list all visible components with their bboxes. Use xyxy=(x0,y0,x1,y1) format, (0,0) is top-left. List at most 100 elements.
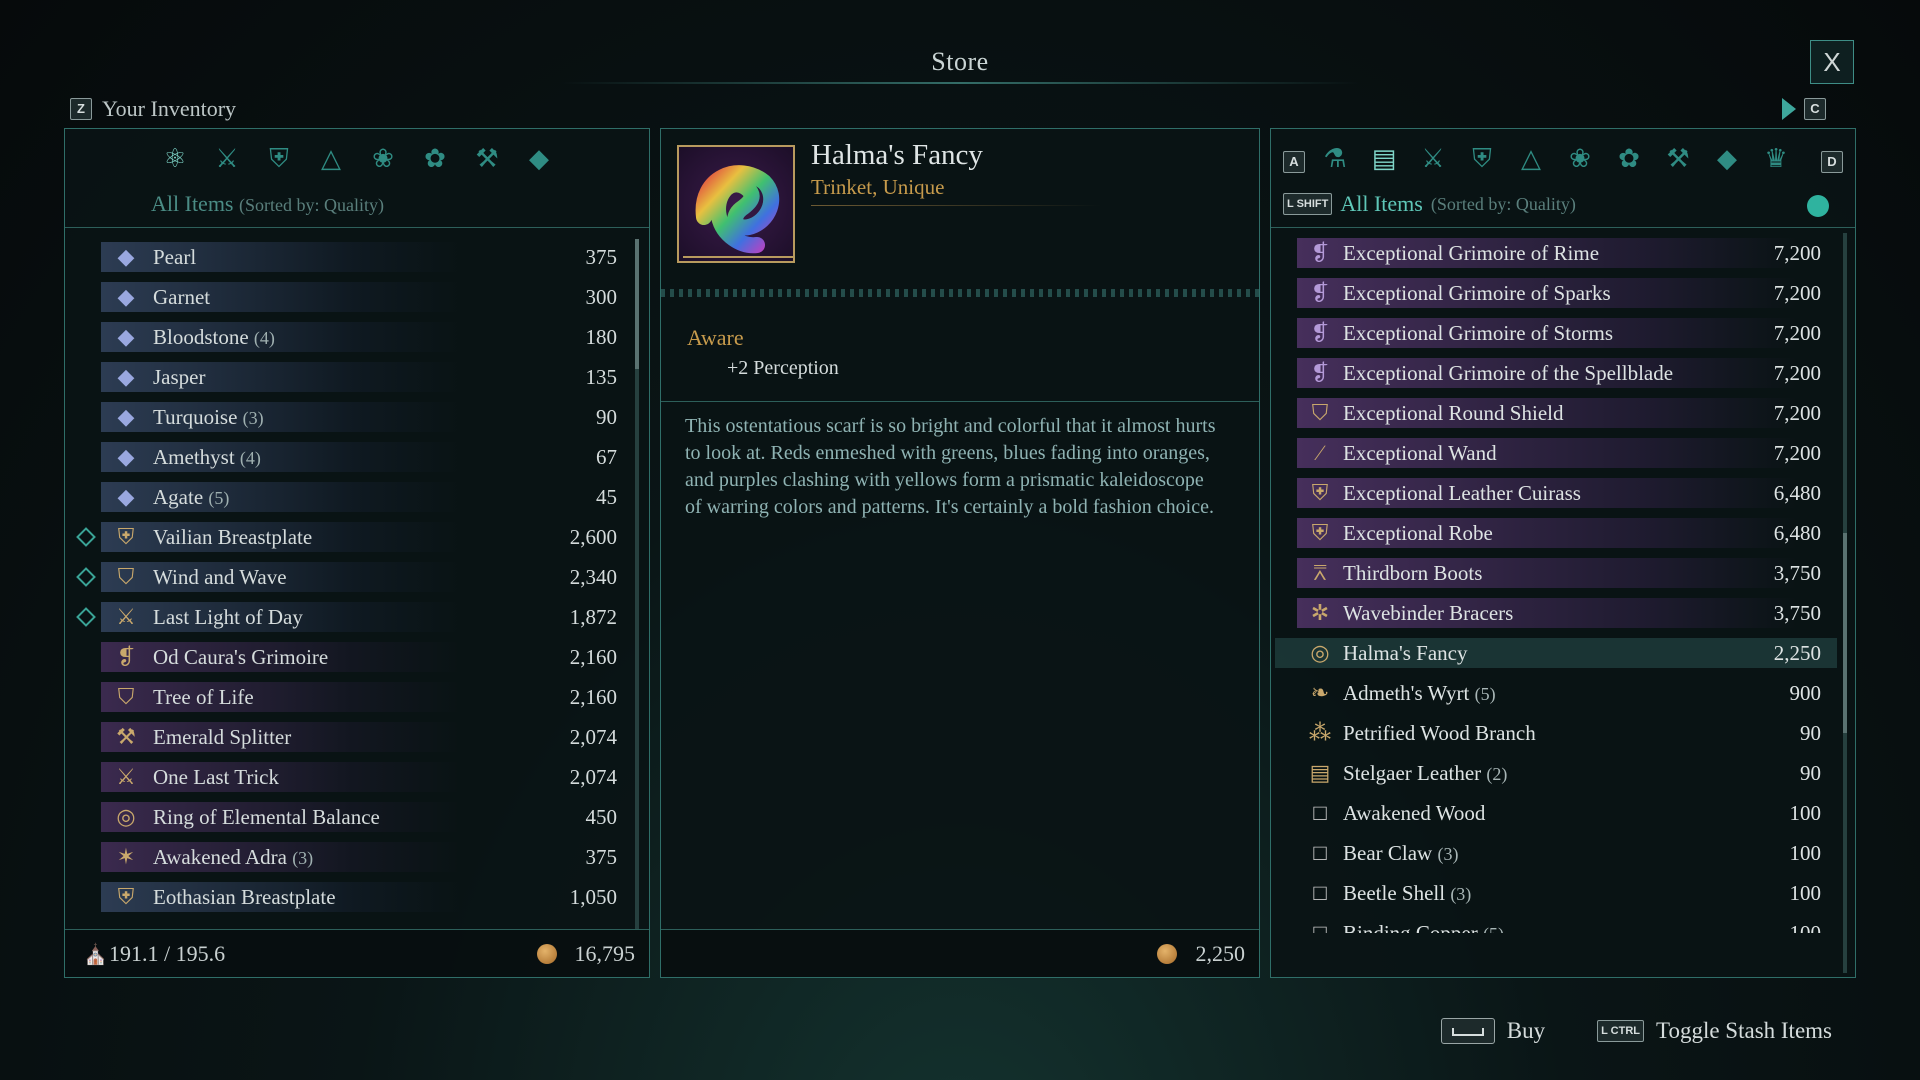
store-item-row[interactable]: ❡ Exceptional Grimoire of Storms 7,200 xyxy=(1271,313,1841,353)
store-item-row[interactable]: ⛉ Exceptional Round Shield 7,200 xyxy=(1271,393,1841,433)
inventory-item-row[interactable]: ⛉ Tree of Life 2,160 xyxy=(71,677,631,717)
store-filter-name: All Items xyxy=(1340,191,1423,216)
gem-icon: ◆ xyxy=(117,404,135,429)
store-item-row[interactable]: ❡ Exceptional Grimoire of Rime 7,200 xyxy=(1271,233,1841,273)
store-item-row[interactable]: ⁂ Petrified Wood Branch 90 xyxy=(1271,713,1841,753)
item-name: Awakened Adra (3) xyxy=(153,844,314,869)
inventory-item-row[interactable]: ❡ Od Caura's Grimoire 2,160 xyxy=(71,637,631,677)
inventory-item-row[interactable]: ◆ Agate (5) 45 xyxy=(71,477,631,517)
store-item-row[interactable]: ▤ Stelgaer Leather (2) 90 xyxy=(1271,753,1841,793)
gem-icon: ◆ xyxy=(117,244,135,269)
herb-icon[interactable]: ✿ xyxy=(417,141,453,177)
flower-icon[interactable]: ❀ xyxy=(365,141,401,177)
item-price: 2,340 xyxy=(569,564,617,589)
grimoire-icon: ❡ xyxy=(116,644,136,669)
weapon-icon[interactable]: ⚔ xyxy=(1415,141,1451,177)
store-next-category[interactable]: D xyxy=(1821,151,1843,173)
store-item-row[interactable]: □ Awakened Wood 100 xyxy=(1271,793,1841,833)
anvil-icon[interactable]: ⚒ xyxy=(469,141,505,177)
inventory-list: ◆ Pearl 375 ◆ Garnet 300 ◆ Bloodstone (4) 180 ◆… xyxy=(71,237,631,917)
store-item-row[interactable]: ⩞ Thirdborn Boots 3,750 xyxy=(1271,553,1841,593)
store-item-row[interactable]: ❧ Admeth's Wyrt (5) 900 xyxy=(1271,673,1841,713)
inventory-item-row[interactable]: ⛨ Eothasian Breastplate 1,050 xyxy=(71,877,631,917)
item-price: 2,600 xyxy=(569,524,617,549)
store-item-row[interactable]: □ Beetle Shell (3) 100 xyxy=(1271,873,1841,913)
store-item-row[interactable]: □ Bear Claw (3) 100 xyxy=(1271,833,1841,873)
item-price: 7,200 xyxy=(1773,280,1821,305)
store-item-row[interactable]: □ Binding Copper (5) 100 xyxy=(1271,913,1841,933)
gem-icon[interactable]: ◆ xyxy=(1709,141,1745,177)
flower-icon[interactable]: ❀ xyxy=(1562,141,1598,177)
close-button[interactable]: X xyxy=(1810,40,1854,84)
gem-icon: ◆ xyxy=(117,484,135,509)
item-portrait xyxy=(677,145,795,263)
store-item-row[interactable]: ⛨ Exceptional Leather Cuirass 6,480 xyxy=(1271,473,1841,513)
gem-icon[interactable]: ◆ xyxy=(521,141,557,177)
inventory-item-row[interactable]: ⚒ Emerald Splitter 2,074 xyxy=(71,717,631,757)
prev-key-hint: A xyxy=(1283,151,1305,173)
inventory-item-row[interactable]: ◆ Turquoise (3) 90 xyxy=(71,397,631,437)
item-name: Wind and Wave xyxy=(153,564,287,589)
armor-icon[interactable]: ⛨ xyxy=(261,141,297,177)
store-item-row[interactable]: ✲ Wavebinder Bracers 3,750 xyxy=(1271,593,1841,633)
item-price: 7,200 xyxy=(1773,400,1821,425)
store-item-list: ❡ Exceptional Grimoire of Rime 7,200 ❡ Exce… xyxy=(1271,233,1841,933)
crown-icon[interactable]: ♛ xyxy=(1758,141,1794,177)
store-scroll-thumb[interactable] xyxy=(1843,533,1847,733)
item-price: 45 xyxy=(596,484,617,509)
store-item-row[interactable]: ◎ Halma's Fancy 2,250 xyxy=(1271,633,1841,673)
toggle-stash-action[interactable]: Toggle Stash Items xyxy=(1656,1018,1832,1044)
boots-icon[interactable]: △ xyxy=(313,141,349,177)
store-filter-icon[interactable] xyxy=(1807,195,1829,217)
item-name: Exceptional Leather Cuirass xyxy=(1343,480,1581,505)
inventory-item-row[interactable]: ⚔ Last Light of Day 1,872 xyxy=(71,597,631,637)
store-filter-label[interactable]: L SHIFT All Items (Sorted by: Quality) xyxy=(1283,191,1576,217)
herb-icon[interactable]: ✿ xyxy=(1611,141,1647,177)
anvil-icon[interactable]: ⚒ xyxy=(1660,141,1696,177)
armor-icon[interactable]: ⛨ xyxy=(1464,141,1500,177)
inventory-item-row[interactable]: ◆ Amethyst (4) 67 xyxy=(71,437,631,477)
stash-header: C xyxy=(1782,98,1826,120)
inventory-item-row[interactable]: ◎ Ring of Elemental Balance 450 xyxy=(71,797,631,837)
boots-icon[interactable]: △ xyxy=(1513,141,1549,177)
inventory-item-row[interactable]: ✶ Awakened Adra (3) 375 xyxy=(71,837,631,877)
inventory-item-row[interactable]: ⛨ Vailian Breastplate 2,600 xyxy=(71,517,631,557)
store-item-row[interactable]: ❡ Exceptional Grimoire of the Spellblade … xyxy=(1271,353,1841,393)
item-price: 2,160 xyxy=(569,684,617,709)
item-name: One Last Trick xyxy=(153,764,279,789)
store-item-row[interactable]: ❡ Exceptional Grimoire of Sparks 7,200 xyxy=(1271,273,1841,313)
inventory-item-row[interactable]: ◆ Pearl 375 xyxy=(71,237,631,277)
item-price: 135 xyxy=(585,364,618,389)
store-scrollbar[interactable] xyxy=(1843,233,1847,973)
inventory-item-row[interactable]: ◆ Garnet 300 xyxy=(71,277,631,317)
potion-icon[interactable]: ⚗ xyxy=(1317,141,1353,177)
inventory-scrollbar[interactable] xyxy=(635,239,639,929)
item-name: Vailian Breastplate xyxy=(153,524,313,549)
inventory-item-row[interactable]: ⚔ One Last Trick 2,074 xyxy=(71,757,631,797)
shield-icon: ⛉ xyxy=(117,684,135,709)
enchant-marker-icon xyxy=(76,567,96,587)
store-item-row[interactable]: ∕ Exceptional Wand 7,200 xyxy=(1271,433,1841,473)
item-description: This ostentatious scarf is so bright and… xyxy=(685,415,1216,518)
item-name: Binding Copper (5) xyxy=(1343,920,1504,934)
inventory-item-row[interactable]: ◆ Jasper 135 xyxy=(71,357,631,397)
inventory-item-row[interactable]: ⛉ Wind and Wave 2,340 xyxy=(71,557,631,597)
weapon-icon[interactable]: ⚔ xyxy=(209,141,245,177)
chest-icon[interactable]: ▤ xyxy=(1366,141,1402,177)
shield-icon: ⛉ xyxy=(117,564,135,589)
buy-action[interactable]: Buy xyxy=(1507,1018,1545,1044)
gem-icon: ◆ xyxy=(117,444,135,469)
inventory-filter-label[interactable]: All Items (Sorted by: Quality) xyxy=(151,191,384,217)
enchantment-value: +2 Perception xyxy=(727,357,839,379)
grimoire-icon: ❡ xyxy=(1310,320,1330,345)
toggle-key-hint: L CTRL xyxy=(1597,1020,1645,1042)
item-name: Exceptional Round Shield xyxy=(1343,400,1564,425)
inventory-item-row[interactable]: ◆ Bloodstone (4) 180 xyxy=(71,317,631,357)
store-item-row[interactable]: ⛨ Exceptional Robe 6,480 xyxy=(1271,513,1841,553)
store-prev-category[interactable]: A xyxy=(1283,151,1305,173)
inventory-scroll-thumb[interactable] xyxy=(635,239,639,369)
stash-arrow-icon[interactable] xyxy=(1782,98,1796,120)
item-name: Turquoise (3) xyxy=(153,404,264,429)
trinket-icon[interactable]: ⚛ xyxy=(157,141,193,177)
resource-icon: □ xyxy=(1313,920,1327,933)
